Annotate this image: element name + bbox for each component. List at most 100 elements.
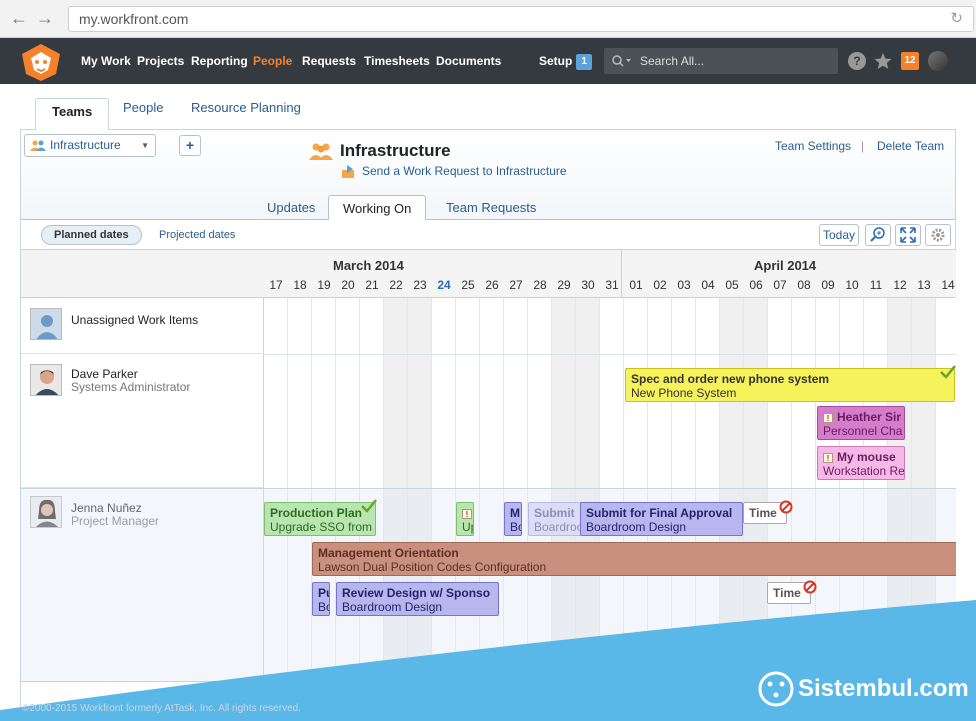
task-bar[interactable]: Management Orientation Lawson Dual Positi…	[312, 542, 956, 576]
task-title: Management Orientation	[318, 546, 459, 560]
avatar	[30, 308, 62, 340]
watermark-text: Sistembul.com	[798, 675, 969, 702]
nav-reporting[interactable]: Reporting	[191, 38, 248, 84]
user-avatar[interactable]	[928, 51, 948, 71]
copyright-text: ©2000-2015 Workfront formerly AtTask, In…	[22, 703, 301, 714]
zoom-icon	[870, 227, 885, 242]
day-label: 05	[725, 278, 739, 292]
notification-badge[interactable]: 12	[901, 52, 919, 70]
star-icon[interactable]	[874, 52, 892, 70]
subtab-team-requests[interactable]: Team Requests	[446, 200, 536, 215]
task-bar[interactable]: !Up	[456, 502, 474, 536]
team-dropdown[interactable]: Infrastructure ▼	[24, 134, 156, 157]
tab-people[interactable]: People	[123, 100, 163, 115]
nav-documents[interactable]: Documents	[436, 38, 501, 84]
nav-people[interactable]: People	[253, 38, 292, 84]
nav-timesheets[interactable]: Timesheets	[364, 38, 430, 84]
day-label: 10	[845, 278, 859, 292]
task-bar[interactable]: Submit Boardroo	[528, 502, 582, 536]
nav-requests[interactable]: Requests	[302, 38, 356, 84]
row-divider	[264, 354, 956, 355]
top-nav: My Work Projects Reporting People Reques…	[0, 38, 976, 84]
expand-icon	[900, 227, 916, 243]
alert-icon: !	[823, 412, 833, 423]
resource-name: Dave Parker	[71, 367, 138, 381]
check-icon	[361, 499, 377, 513]
settings-button[interactable]	[925, 224, 951, 246]
search-input[interactable]: Search All...	[604, 48, 838, 74]
url-field[interactable]: my.workfront.com ↻	[68, 6, 974, 32]
browser-bar: ← → my.workfront.com ↻	[0, 0, 976, 38]
today-button[interactable]: Today	[819, 224, 859, 246]
task-title: M	[510, 506, 520, 520]
task-bar[interactable]: Review Design w/ Sponso Boardroom Design	[336, 582, 499, 616]
delete-team-link[interactable]: Delete Team	[877, 139, 944, 153]
day-label: 22	[389, 278, 403, 292]
person-photo	[31, 365, 61, 395]
task-bar[interactable]: ! Heather Sir Personnel Cha	[817, 406, 905, 440]
plus-icon: +	[185, 137, 195, 153]
day-label: 27	[509, 278, 523, 292]
setup-badge: 1	[576, 53, 592, 70]
nav-my-work[interactable]: My Work	[81, 38, 131, 84]
day-label: 29	[557, 278, 571, 292]
day-label: 20	[341, 278, 355, 292]
task-title: ! My mouse	[823, 450, 904, 464]
day-label: 14	[941, 278, 955, 292]
add-team-button[interactable]: +	[179, 135, 201, 156]
task-bar[interactable]: ! My mouse Workstation Re	[817, 446, 905, 480]
zoom-button[interactable]	[865, 224, 891, 246]
avatar	[30, 364, 62, 396]
resource-row[interactable]: Unassigned Work Items	[21, 298, 264, 354]
send-request-icon	[342, 165, 354, 178]
task-project: Boardroom Design	[342, 600, 443, 614]
day-label: 21	[365, 278, 379, 292]
team-icon	[30, 140, 46, 151]
logo-icon[interactable]	[18, 42, 64, 82]
nav-setup[interactable]: Setup 1	[539, 38, 592, 84]
nav-projects[interactable]: Projects	[137, 38, 184, 84]
day-label: 30	[581, 278, 595, 292]
day-label: 07	[773, 278, 787, 292]
subtab-working-on[interactable]: Working On	[328, 195, 427, 221]
task-bar[interactable]: PuBo	[312, 582, 330, 616]
day-label: 01	[629, 278, 643, 292]
subtab-updates[interactable]: Updates	[267, 200, 315, 215]
alert-icon: !	[462, 508, 472, 519]
task-title: Review Design w/ Sponso	[342, 586, 491, 600]
task-project: Boardroo	[534, 520, 582, 534]
task-project: Upgrade SSO from	[270, 520, 373, 534]
blocked-icon	[779, 500, 793, 514]
day-label: 11	[869, 278, 883, 292]
day-label: 08	[797, 278, 811, 292]
divider: |	[861, 139, 865, 153]
gear-icon	[931, 228, 945, 242]
task-bar[interactable]: Spec and order new phone system New Phone…	[625, 368, 955, 402]
task-project: Personnel Cha	[823, 424, 903, 438]
task-title: Pu	[318, 586, 329, 600]
day-label: 12	[893, 278, 907, 292]
forward-arrow-icon[interactable]: →	[36, 8, 54, 28]
team-settings-link[interactable]: Team Settings	[775, 139, 851, 153]
resource-name: Unassigned Work Items	[71, 313, 199, 327]
month-label: March 2014	[333, 258, 404, 273]
expand-button[interactable]	[895, 224, 921, 246]
send-request-link[interactable]: Send a Work Request to Infrastructure	[362, 164, 567, 178]
tab-teams[interactable]: Teams	[35, 98, 110, 131]
reload-icon[interactable]: ↻	[950, 7, 963, 31]
day-label: 18	[293, 278, 307, 292]
blocked-icon	[803, 580, 817, 594]
day-label: 25	[461, 278, 475, 292]
planned-dates-toggle[interactable]: Planned dates	[41, 225, 142, 245]
back-arrow-icon[interactable]: ←	[10, 8, 28, 28]
day-label: 02	[653, 278, 667, 292]
projected-dates-toggle[interactable]: Projected dates	[159, 225, 235, 245]
resource-row[interactable]: Dave Parker Systems Administrator	[21, 354, 264, 488]
task-bar[interactable]: MBo	[504, 502, 522, 536]
help-icon[interactable]: ?	[848, 52, 866, 70]
task-bar[interactable]: Submit for Final Approval Boardroom Desig…	[580, 502, 743, 536]
task-title: !	[462, 506, 473, 520]
alert-icon: !	[823, 452, 833, 463]
tab-resource-planning[interactable]: Resource Planning	[191, 100, 301, 115]
task-project: Bo	[510, 520, 521, 534]
